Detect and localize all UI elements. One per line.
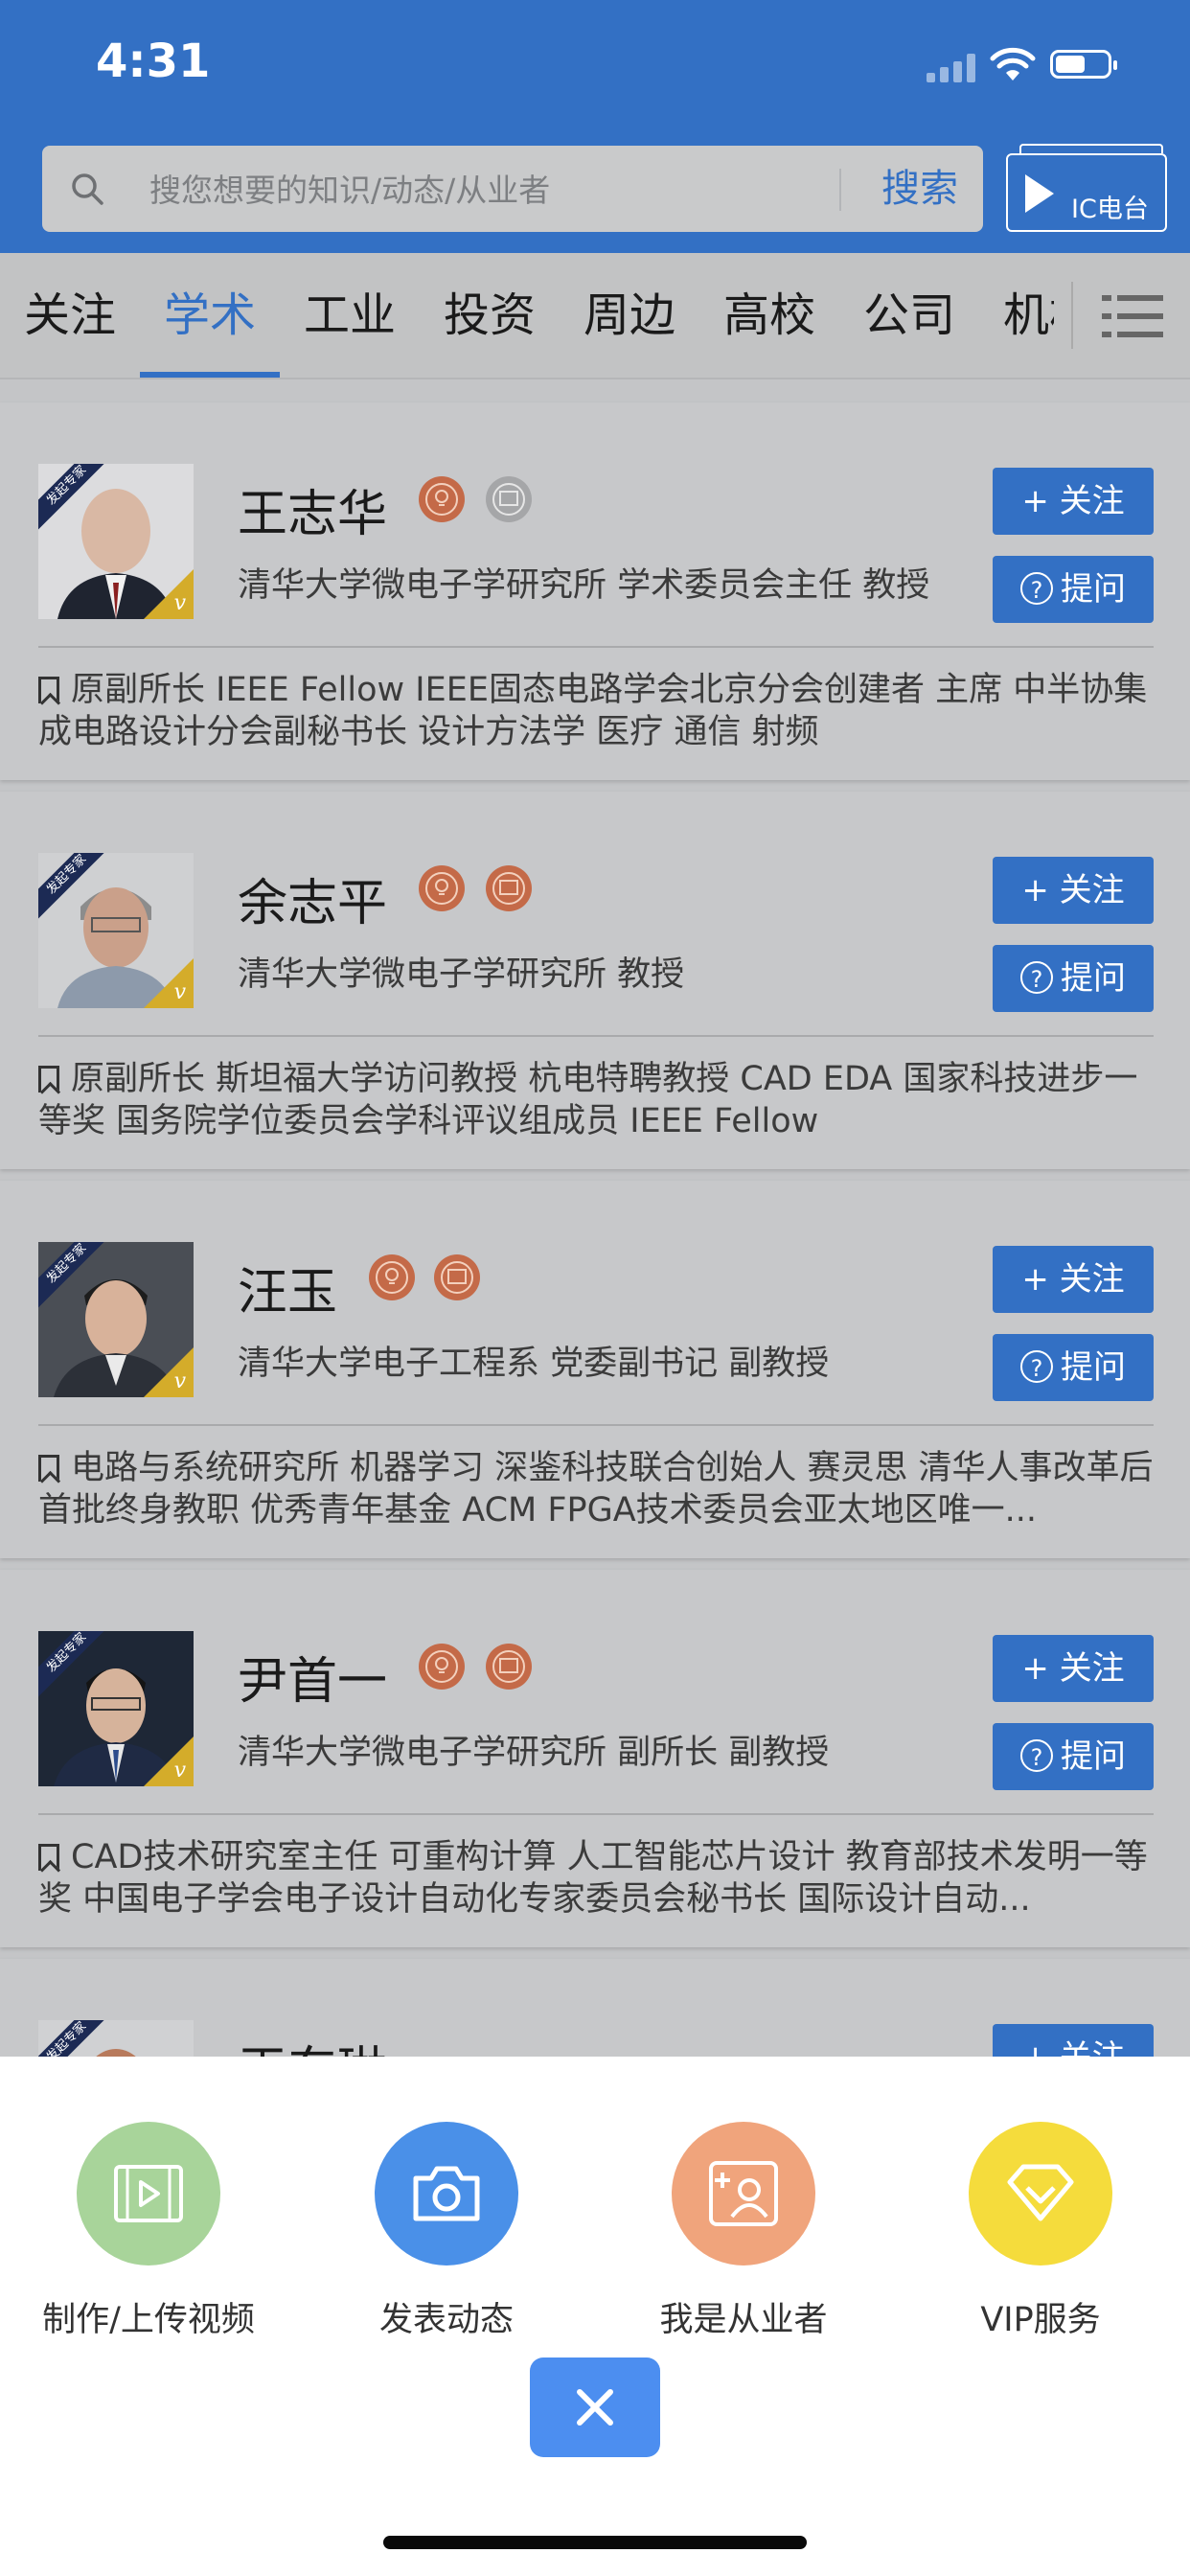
search-input[interactable]: [148, 146, 860, 234]
tab-investment[interactable]: 投资: [420, 253, 560, 378]
expert-description: 原副所长 IEEE Fellow IEEE固态电路学会北京分会创建者 主席 中半…: [38, 671, 1148, 751]
tab-nearby[interactable]: 周边: [560, 253, 699, 378]
tab-company[interactable]: 公司: [839, 253, 979, 378]
question-icon: ?: [1020, 571, 1053, 605]
menu-icon[interactable]: [1102, 295, 1163, 337]
ask-label: 提问: [1061, 1737, 1126, 1776]
expert-card[interactable]: 发起专家 v 尹首一 清华大学微电子学研究所 副所长 副教授 + 关注 ? 提问 …: [0, 1570, 1190, 1947]
tabs-separator: [1071, 282, 1073, 349]
close-button[interactable]: [530, 2358, 660, 2457]
expert-card[interactable]: 发起专家 v 王志华 清华大学微电子学研究所 学术委员会主任 教授 + 关注 ?…: [0, 402, 1190, 780]
signal-icon: [927, 52, 976, 82]
practitioner-icon: [672, 2122, 815, 2266]
practitioner-action[interactable]: 我是从业者: [600, 2122, 887, 2341]
medal-idea-icon: [418, 864, 466, 912]
question-icon: ?: [1020, 1738, 1053, 1772]
follow-button[interactable]: + 关注: [993, 1635, 1154, 1702]
vip-action[interactable]: VIP服务: [897, 2122, 1184, 2341]
medal-idea-icon: [418, 475, 466, 523]
medal-video-icon: [485, 475, 533, 523]
tab-academic[interactable]: 学术: [140, 253, 280, 378]
action-sheet: 制作/上传视频 发表动态 我是从业者 VIP服务: [0, 2057, 1190, 2576]
ask-button[interactable]: ? 提问: [993, 1723, 1154, 1790]
expert-description: 电路与系统研究所 机器学习 深鉴科技联合创始人 赛灵思 清华人事改革后首批终身教…: [38, 1449, 1154, 1530]
tab-university[interactable]: 高校: [699, 253, 839, 378]
post-update-action[interactable]: 发表动态: [303, 2122, 590, 2341]
expert-org: 清华大学电子工程系 党委副书记 副教授: [238, 1345, 830, 1383]
ask-label: 提问: [1061, 570, 1126, 609]
medal-idea-icon: [418, 1643, 466, 1690]
follow-button[interactable]: + 关注: [993, 857, 1154, 924]
follow-button[interactable]: + 关注: [993, 468, 1154, 535]
search-button[interactable]: 搜索: [866, 146, 973, 232]
ask-label: 提问: [1061, 959, 1126, 998]
ask-button[interactable]: ? 提问: [993, 945, 1154, 1012]
bookmark-icon: [38, 1844, 59, 1871]
follow-button[interactable]: + 关注: [993, 1246, 1154, 1313]
wifi-icon: [990, 47, 1036, 80]
card-divider: [38, 1035, 1154, 1037]
question-icon: ?: [1020, 1349, 1053, 1383]
medal-video-icon: [433, 1254, 481, 1301]
expert-description: CAD技术研究室主任 可重构计算 人工智能芯片设计 教育部技术发明一等奖 中国电…: [38, 1838, 1148, 1919]
avatar[interactable]: 发起专家 v: [38, 1631, 194, 1786]
tab-industry[interactable]: 工业: [280, 253, 420, 378]
medal-idea-icon: [368, 1254, 416, 1301]
expert-name: 尹首一: [238, 1653, 388, 1711]
vip-label: VIP服务: [980, 2301, 1101, 2339]
expert-name: 余志平: [238, 875, 388, 932]
battery-icon: [1050, 50, 1117, 79]
search-bar[interactable]: 搜索: [42, 146, 983, 234]
post-update-label: 发表动态: [378, 2301, 514, 2339]
camera-icon: [375, 2122, 518, 2266]
expert-card[interactable]: 发起专家 v 余志平 清华大学微电子学研究所 教授 + 关注 ? 提问 原副所长 …: [0, 792, 1190, 1169]
home-indicator[interactable]: [383, 2536, 807, 2549]
card-divider: [38, 1424, 1154, 1426]
expert-name: 王志华: [238, 486, 388, 543]
upload-video-label: 制作/上传视频: [42, 2301, 255, 2339]
ask-button[interactable]: ? 提问: [993, 556, 1154, 623]
close-icon: [577, 2389, 613, 2426]
verified-icon: v: [173, 980, 186, 1004]
avatar[interactable]: 发起专家 v: [38, 464, 194, 619]
verified-corner: [144, 1347, 194, 1397]
ask-button[interactable]: ? 提问: [993, 1334, 1154, 1401]
bookmark-icon: [38, 1455, 59, 1482]
expert-org: 清华大学微电子学研究所 副所长 副教授: [238, 1734, 830, 1772]
app-header: 4:31 搜索 IC电台: [0, 0, 1190, 253]
verified-corner: [144, 569, 194, 619]
question-icon: ?: [1020, 960, 1053, 994]
verified-corner: [144, 958, 194, 1008]
tab-follow[interactable]: 关注: [0, 253, 140, 378]
verified-icon: v: [173, 1369, 186, 1393]
bookmark-icon: [38, 1066, 59, 1092]
ic-radio-button[interactable]: IC电台: [1006, 144, 1167, 232]
avatar[interactable]: 发起专家 v: [38, 1242, 194, 1397]
status-time: 4:31: [96, 34, 211, 88]
search-icon: [72, 173, 103, 205]
medal-video-icon: [485, 864, 533, 912]
verified-corner: [144, 1736, 194, 1786]
search-divider: [839, 169, 841, 211]
expert-org: 清华大学微电子学研究所 教授: [238, 955, 685, 994]
card-divider: [38, 1813, 1154, 1815]
category-tabs: 关注 学术 工业 投资 周边 高校 公司 机构: [0, 253, 1190, 380]
expert-description: 原副所长 斯坦福大学访问教授 杭电特聘教授 CAD EDA 国家科技进步一等奖 …: [38, 1060, 1138, 1140]
expert-card[interactable]: 发起专家 v 汪玉 清华大学电子工程系 党委副书记 副教授 + 关注 ? 提问 电…: [0, 1181, 1190, 1558]
ask-label: 提问: [1061, 1348, 1126, 1387]
verified-icon: v: [173, 591, 186, 615]
play-icon: [1025, 174, 1054, 213]
card-divider: [38, 646, 1154, 648]
verified-icon: v: [173, 1759, 186, 1782]
avatar[interactable]: 发起专家 v: [38, 853, 194, 1008]
practitioner-label: 我是从业者: [659, 2301, 828, 2339]
medal-video-icon: [485, 1643, 533, 1690]
ic-radio-label: IC电台: [1071, 195, 1149, 224]
expert-org: 清华大学微电子学研究所 学术委员会主任 教授: [238, 566, 930, 605]
expert-name: 汪玉: [238, 1264, 338, 1322]
bookmark-icon: [38, 677, 59, 703]
diamond-icon: [969, 2122, 1112, 2266]
upload-video-action[interactable]: 制作/上传视频: [5, 2122, 292, 2341]
video-icon: [77, 2122, 220, 2266]
